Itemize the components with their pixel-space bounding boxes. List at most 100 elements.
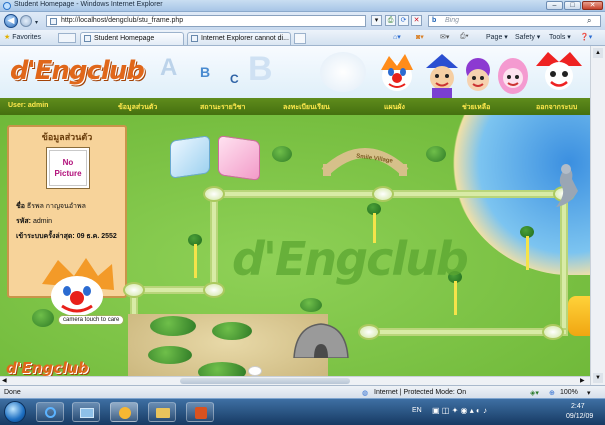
footer-logo: d'Engclub [6, 359, 89, 377]
compatibility-icon[interactable]: ⎙ [385, 15, 396, 26]
no-picture-text: No Picture [49, 150, 87, 186]
favorites-button[interactable]: ★ Favorites [4, 33, 41, 41]
path-node[interactable] [372, 186, 394, 202]
stop-icon[interactable]: ✕ [411, 15, 422, 26]
profile-name-label: ชื่อ [16, 203, 25, 210]
start-button[interactable] [4, 401, 26, 423]
tab-student-homepage[interactable]: Student Homepage [80, 32, 184, 45]
zoom-dropdown-icon[interactable]: ▾ [587, 389, 591, 397]
favorites-tab-bar: ★ Favorites Student Homepage Internet Ex… [0, 30, 605, 46]
tree-pole [194, 244, 197, 278]
path-node[interactable] [123, 282, 145, 298]
horizontal-scroll-thumb[interactable] [180, 378, 350, 384]
horizontal-scrollbar[interactable]: ◀ ▶ [0, 376, 590, 385]
refresh-icon[interactable]: ⟳ [398, 15, 409, 26]
camera-touch-label[interactable]: camera touch to care [58, 315, 125, 325]
page-menu[interactable]: Page ▾ [486, 33, 508, 41]
status-zone[interactable]: Internet | Protected Mode: On [374, 389, 466, 396]
search-placeholder: Bing [445, 17, 460, 24]
taskbar-folder-icon[interactable] [148, 402, 176, 422]
feeds-icon[interactable]: ◙▾ [416, 33, 424, 41]
safety-menu[interactable]: Safety ▾ [515, 33, 540, 41]
camera-clown-image[interactable] [34, 256, 120, 322]
skull-rock [248, 366, 262, 376]
tab-ie-error[interactable]: Internet Explorer cannot di... [187, 32, 291, 45]
taskbar-active-app[interactable] [110, 402, 138, 422]
menu-profile[interactable]: ข้อมูลส่วนตัว [118, 102, 157, 113]
quick-tabs-icon[interactable] [58, 33, 76, 43]
map-logo-watermark: d'Engclub [232, 232, 469, 286]
minimize-button[interactable]: – [546, 1, 563, 10]
maximize-button[interactable]: □ [564, 1, 581, 10]
scroll-left-icon[interactable]: ◀ [2, 378, 10, 385]
powerpoint-icon [195, 407, 207, 419]
profile-code-label: รหัส: [16, 218, 31, 225]
pink-dice-character[interactable] [218, 135, 260, 181]
help-menu[interactable]: ❓▾ [580, 33, 592, 41]
red-jester-character-image [534, 50, 584, 98]
yellow-robot [568, 296, 590, 336]
letter-c-decoration: C [230, 72, 239, 86]
print-icon[interactable]: ⎙▾ [460, 33, 469, 41]
search-box[interactable]: b Bing ⌕ [428, 15, 601, 27]
menu-course-status[interactable]: สถานะรายวิชา [200, 102, 245, 113]
close-button[interactable]: ✕ [582, 1, 603, 10]
protected-mode-icon[interactable]: ◈▾ [530, 389, 539, 397]
page-content: d'Engclub A B B C User: admin ข้อมูลส่วน… [0, 46, 590, 385]
search-icon[interactable]: ⌕ [587, 16, 591, 26]
menu-map[interactable]: แผนผัง [384, 102, 405, 113]
scroll-right-icon[interactable]: ▶ [580, 378, 588, 385]
zoom-level[interactable]: 100% [560, 389, 578, 396]
scroll-up-icon[interactable]: ▲ [593, 48, 603, 58]
new-tab-button[interactable] [294, 33, 306, 44]
bush-creature [426, 146, 446, 162]
app-icon [119, 407, 131, 419]
tray-icons[interactable]: ▣ ◫ ✦ ◉ ▴ ◐ ♪ [432, 406, 487, 415]
favorites-label: Favorites [12, 34, 42, 41]
taskbar-powerpoint-icon[interactable] [186, 402, 214, 422]
tab-label: Student Homepage [94, 35, 155, 42]
tools-menu[interactable]: Tools ▾ [549, 33, 571, 41]
clown-character-image [375, 52, 419, 96]
zoom-icon: ⊕ [549, 390, 555, 397]
profile-picture[interactable]: No Picture [46, 147, 90, 189]
blue-dice-character[interactable] [170, 135, 210, 179]
vertical-scrollbar[interactable]: ▲ ▼ [590, 46, 605, 385]
letter-b-decoration: B [200, 64, 211, 80]
scroll-down-icon[interactable]: ▼ [593, 373, 603, 383]
menu-register[interactable]: ลงทะเบียนเรียน [283, 102, 330, 113]
path-node[interactable] [203, 186, 225, 202]
tab-label: Internet Explorer cannot di... [201, 35, 289, 42]
path-node[interactable] [358, 324, 380, 340]
tab-page-icon [191, 35, 198, 42]
letter-b-large-decoration: B [248, 50, 273, 88]
jester-blue-character-image [422, 54, 462, 98]
back-button[interactable]: ◀ [4, 14, 18, 28]
path-node[interactable] [542, 324, 564, 340]
mail-icon[interactable]: ✉▾ [440, 33, 449, 41]
menu-help[interactable]: ช่วยเหลือ [462, 102, 490, 113]
navigation-bar: ◀ ▾ http://localhost/dengclub/stu_frame.… [0, 12, 605, 30]
clock-time[interactable]: 2:47 [571, 403, 585, 410]
home-icon[interactable]: ⌂▾ [393, 33, 401, 41]
status-done: Done [4, 389, 21, 396]
language-indicator[interactable]: EN [412, 407, 422, 414]
taskbar: EN ▣ ◫ ✦ ◉ ▴ ◐ ♪ 2:47 09/12/09 [0, 398, 605, 425]
cloud-decoration [320, 52, 366, 92]
clock-date[interactable]: 09/12/09 [566, 413, 593, 420]
taskbar-explorer-icon[interactable] [72, 402, 100, 422]
stone-hut[interactable] [292, 322, 350, 359]
path-right [560, 190, 568, 332]
site-logo[interactable]: d'Engclub [10, 56, 145, 86]
tree-pole [526, 236, 529, 270]
recent-pages-dropdown-icon[interactable]: ▾ [35, 19, 38, 26]
menu-logout[interactable]: ออกจากระบบ [536, 102, 577, 113]
address-dropdown-button[interactable]: ▾ [371, 15, 382, 26]
folder-icon [156, 408, 170, 418]
taskbar-ie-icon[interactable] [36, 402, 64, 422]
path-node[interactable] [203, 282, 225, 298]
address-bar[interactable]: http://localhost/dengclub/stu_frame.php [46, 15, 366, 27]
pink-character-image [496, 56, 530, 98]
tree-canopy [150, 316, 196, 336]
forward-button[interactable] [20, 15, 32, 27]
